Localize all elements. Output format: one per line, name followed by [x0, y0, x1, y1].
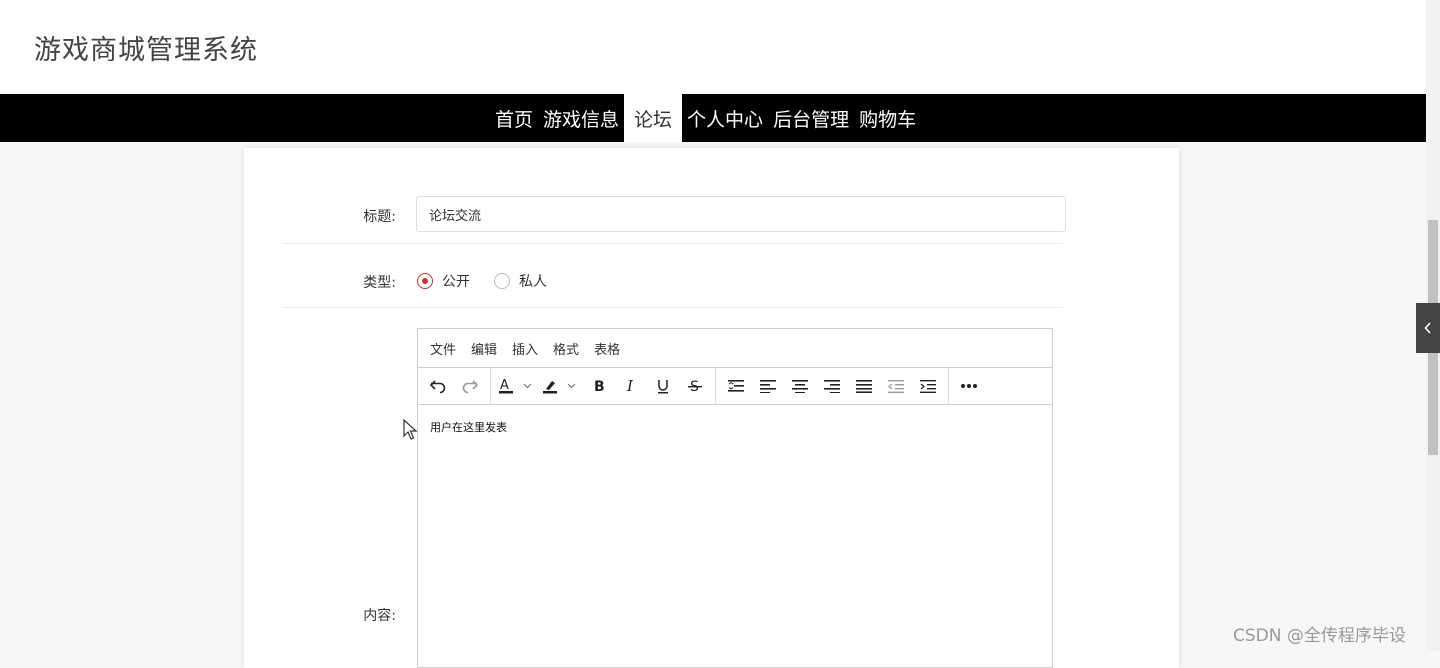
- main-navbar: 首页 游戏信息 论坛 个人中心 后台管理 购物车: [0, 94, 1426, 142]
- underline-icon[interactable]: [647, 371, 679, 401]
- editor-content-text: 用户在这里发表: [430, 421, 507, 434]
- alignment-group: [716, 368, 949, 404]
- csdn-watermark: CSDN @全传程序毕设: [1233, 626, 1406, 646]
- mouse-cursor-icon: [403, 419, 418, 440]
- history-group: [418, 368, 491, 404]
- content-label: 内容:: [363, 608, 396, 624]
- menu-insert[interactable]: 插入: [512, 339, 538, 358]
- nav-item-home[interactable]: 首页: [490, 94, 538, 142]
- radio-private-label: 私人: [519, 274, 547, 290]
- strikethrough-icon[interactable]: S: [679, 371, 711, 401]
- more-icon[interactable]: [953, 371, 985, 401]
- format-group: A B I S: [491, 368, 716, 404]
- side-panel-toggle[interactable]: [1416, 303, 1440, 353]
- editor-menubar: 文件 编辑 插入 格式 表格: [418, 329, 1052, 368]
- indent-icon[interactable]: [912, 371, 944, 401]
- nav-item-game-info[interactable]: 游戏信息: [538, 94, 624, 142]
- menu-format[interactable]: 格式: [553, 339, 579, 358]
- italic-icon[interactable]: I: [615, 371, 647, 401]
- svg-text:I: I: [626, 378, 634, 394]
- align-center-icon[interactable]: [784, 371, 816, 401]
- divider: [282, 307, 1063, 308]
- menu-table[interactable]: 表格: [594, 339, 620, 358]
- svg-text:B: B: [594, 379, 605, 394]
- align-left-icon[interactable]: [752, 371, 784, 401]
- chevron-left-icon: [1424, 322, 1431, 334]
- highlight-color-icon[interactable]: [539, 371, 583, 401]
- title-input[interactable]: [416, 196, 1066, 232]
- editor-content-area[interactable]: 用户在这里发表: [418, 405, 1052, 449]
- type-label: 类型:: [363, 275, 396, 291]
- radio-public-label: 公开: [442, 274, 470, 290]
- divider: [282, 243, 1063, 244]
- nav-list: 首页 游戏信息 论坛 个人中心 后台管理 购物车: [490, 94, 921, 142]
- menu-edit[interactable]: 编辑: [471, 339, 497, 358]
- title-label: 标题:: [363, 209, 396, 225]
- menu-file[interactable]: 文件: [430, 339, 456, 358]
- nav-item-forum[interactable]: 论坛: [624, 94, 683, 142]
- radio-public[interactable]: 公开: [417, 271, 470, 291]
- radio-private[interactable]: 私人: [494, 271, 547, 291]
- align-right-icon[interactable]: [816, 371, 848, 401]
- forum-post-form: 标题: 类型: 公开 私人 内容: 文件 编辑 插入 格式 表格: [244, 148, 1179, 668]
- bold-icon[interactable]: B: [583, 371, 615, 401]
- line-height-icon[interactable]: [720, 371, 752, 401]
- radio-public-circle[interactable]: [417, 273, 433, 289]
- align-justify-icon[interactable]: [848, 371, 880, 401]
- nav-item-cart[interactable]: 购物车: [854, 94, 921, 142]
- more-group: [949, 368, 989, 404]
- page-header: 游戏商城管理系统: [0, 0, 1426, 94]
- editor-toolbar: A B I S: [418, 368, 1052, 405]
- redo-icon[interactable]: [454, 371, 486, 401]
- nav-item-personal-center[interactable]: 个人中心: [682, 94, 768, 142]
- radio-private-circle[interactable]: [494, 273, 510, 289]
- site-title: 游戏商城管理系统: [34, 35, 258, 66]
- svg-text:A: A: [500, 378, 509, 393]
- text-color-icon[interactable]: A: [495, 371, 539, 401]
- type-radio-group: 公开 私人: [417, 271, 571, 291]
- rich-text-editor: 文件 编辑 插入 格式 表格 A B I S 用户在这里发表: [417, 328, 1053, 668]
- nav-item-admin[interactable]: 后台管理: [768, 94, 854, 142]
- undo-icon[interactable]: [422, 371, 454, 401]
- outdent-icon[interactable]: [880, 371, 912, 401]
